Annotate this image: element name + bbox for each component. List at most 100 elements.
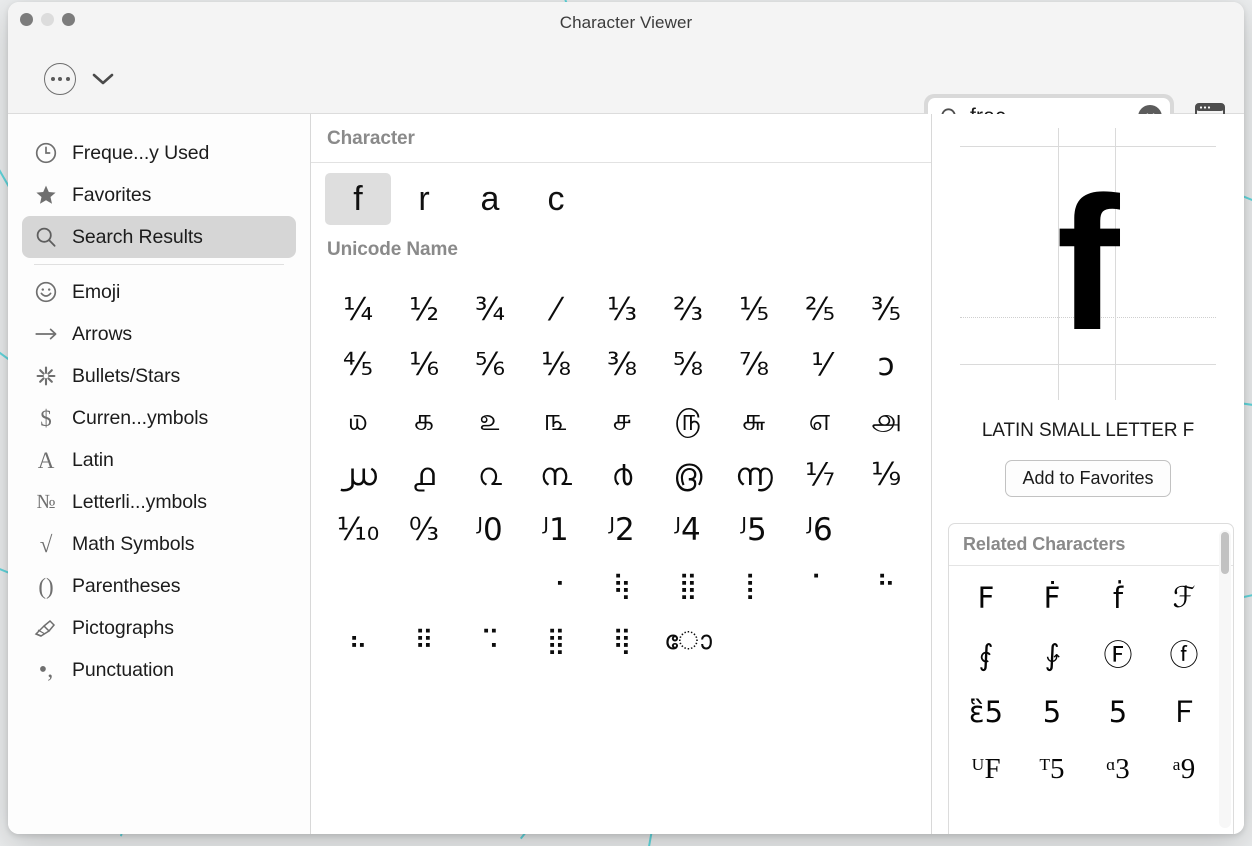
glyph-cell[interactable]: ⅝ [655,338,721,393]
glyph-cell[interactable]: ⅙ [391,338,457,393]
character-name: LATIN SMALL LETTER F [932,414,1244,444]
glyph-cell[interactable]: ௰ [325,393,391,448]
glyph-cell[interactable]: ⅜ [589,338,655,393]
glyph-cell[interactable]: ↉ [391,503,457,558]
character-result-cell[interactable]: r [391,173,457,225]
sidebar-item-bullets-stars[interactable]: Bullets/Stars [22,355,296,397]
related-character-cell[interactable]: ḟ [1085,570,1151,627]
sidebar-item-currency-symbols[interactable]: $ Curren...ymbols [22,397,296,439]
glyph-cell[interactable]: ௪ [589,393,655,448]
sidebar-item-pictographs[interactable]: Pictographs [22,607,296,649]
glyph-cell[interactable]: ⠐ [523,558,589,613]
glyph-cell[interactable]: ൩ [523,448,589,503]
glyph-cell[interactable]: ⅛ [523,338,589,393]
character-result-cell[interactable]: a [457,173,523,225]
related-character-cell[interactable]: ℱ [1151,570,1217,627]
glyph-cell[interactable]: ⅘ [325,338,391,393]
sidebar-item-parentheses[interactable]: () Parentheses [22,565,296,607]
glyph-cell[interactable]: ⅒ [325,503,391,558]
character-result-cell[interactable]: f [325,173,391,225]
character-result-cell[interactable]: c [523,173,589,225]
glyph-cell[interactable]: ⅕ [721,283,787,338]
glyph-cell[interactable]: ⡇ [721,558,787,613]
glyph-cell[interactable]: ൪ [589,448,655,503]
glyph-cell[interactable]: ↄ [853,338,919,393]
sidebar-item-math-symbols[interactable]: √ Math Symbols [22,523,296,565]
glyph-cell[interactable]: ௧ [391,393,457,448]
glyph-cell[interactable]: ⅔ [655,283,721,338]
glyph-cell[interactable]: ⅟ [787,338,853,393]
glyph-cell[interactable]: ⠩ [457,613,523,668]
glyph-cell[interactable]: ⠦ [325,613,391,668]
glyph-cell[interactable]: ௭ [787,393,853,448]
glyph-cell[interactable]: ¼ [325,283,391,338]
sidebar-item-arrows[interactable]: Arrows [22,313,296,355]
chevron-down-icon[interactable] [90,66,116,92]
glyph-cell[interactable]: ⅖ [787,283,853,338]
glyph-cell[interactable]: ⣿ [523,613,589,668]
glyph-cell[interactable]: ⅗ [853,283,919,338]
glyph-preview: f [932,114,1244,414]
glyph-cell[interactable]: ௩ [523,393,589,448]
close-button[interactable] [20,13,33,26]
glyph-cell[interactable]: ⅐ [787,448,853,503]
glyph-cell[interactable]: ⅚ [457,338,523,393]
glyph-cell[interactable]: ᴶ6 [787,503,853,558]
glyph-cell[interactable]: ൰ [325,448,391,503]
glyph-cell[interactable]: ൫ [655,448,721,503]
related-character-cell[interactable]: ⓕ [1151,627,1217,684]
glyph-cell[interactable]: ⢿ [589,613,655,668]
sidebar-item-label: Search Results [72,226,203,249]
sidebar-item-search-results[interactable]: Search Results [22,216,296,258]
glyph-cell[interactable]: ௬ [721,393,787,448]
glyph-cell[interactable]: ᴶ1 [523,503,589,558]
related-character-cell[interactable]: ᵀ5 [1019,741,1085,798]
sidebar-item-frequently-used[interactable]: Freque...y Used [22,132,296,174]
related-character-cell[interactable]: Ḟ [1019,570,1085,627]
sidebar-item-emoji[interactable]: Emoji [22,271,296,313]
glyph-cell[interactable]: ௫ [655,393,721,448]
sidebar-item-letterlike-symbols[interactable]: № Letterli...ymbols [22,481,296,523]
glyph-cell[interactable]: ⅓ [589,283,655,338]
glyph-cell[interactable]: ½ [391,283,457,338]
related-character-cell[interactable]: ⨐ [953,627,1019,684]
ellipsis-circle-icon[interactable] [44,63,76,95]
glyph-cell[interactable]: ¾ [457,283,523,338]
scrollbar-thumb[interactable] [1221,532,1229,574]
glyph-cell[interactable]: ᴶ0 [457,503,523,558]
related-character-cell[interactable]: F [953,570,1019,627]
sidebar-item-latin[interactable]: A Latin [22,439,296,481]
related-character-cell[interactable]: ἓ5 [953,684,1019,741]
related-character-cell[interactable]: ⨑ [1019,627,1085,684]
glyph-cell[interactable]: ⁄ [523,283,589,338]
sidebar-item-punctuation[interactable]: •, Punctuation [22,649,296,691]
glyph-cell[interactable]: ⠓ [853,558,919,613]
glyph-cell[interactable]: ⅞ [721,338,787,393]
glyph-cell[interactable]: ൨ [457,448,523,503]
related-character-cell[interactable]: ἗5 [1019,684,1085,741]
glyph-cell[interactable]: ⠁ [787,558,853,613]
glyph-cell[interactable]: ⣿ [655,558,721,613]
related-characters-scrollbar[interactable] [1219,530,1231,828]
glyph-cell[interactable]: ௮ [853,393,919,448]
related-character-cell[interactable]: ᵅ3 [1085,741,1151,798]
add-to-favorites-button[interactable]: Add to Favorites [1005,460,1170,497]
glyph-cell[interactable]: ⢷ [589,558,655,613]
minimize-button[interactable] [41,13,54,26]
glyph-cell[interactable]: ᴶ4 [655,503,721,558]
glyph-cell[interactable]: ⠿ [391,613,457,668]
glyph-cell[interactable]: ⅑ [853,448,919,503]
related-character-cell[interactable]: Ⓕ [1085,627,1151,684]
related-character-cell[interactable]: Ｆ [1151,684,1217,741]
glyph-cell[interactable]: ᴶ5 [721,503,787,558]
glyph-cell[interactable]: ൬ [721,448,787,503]
related-character-cell[interactable]: ἟5 [1085,684,1151,741]
related-character-cell[interactable]: ᵁF [953,741,1019,798]
related-character-cell[interactable]: ᵃ9 [1151,741,1217,798]
glyph-cell[interactable]: ൧ [391,448,457,503]
glyph-cell[interactable]: ᴶ2 [589,503,655,558]
maximize-button[interactable] [62,13,75,26]
sidebar-item-favorites[interactable]: Favorites [22,174,296,216]
glyph-cell[interactable]: ോ [655,613,721,668]
glyph-cell[interactable]: ௨ [457,393,523,448]
